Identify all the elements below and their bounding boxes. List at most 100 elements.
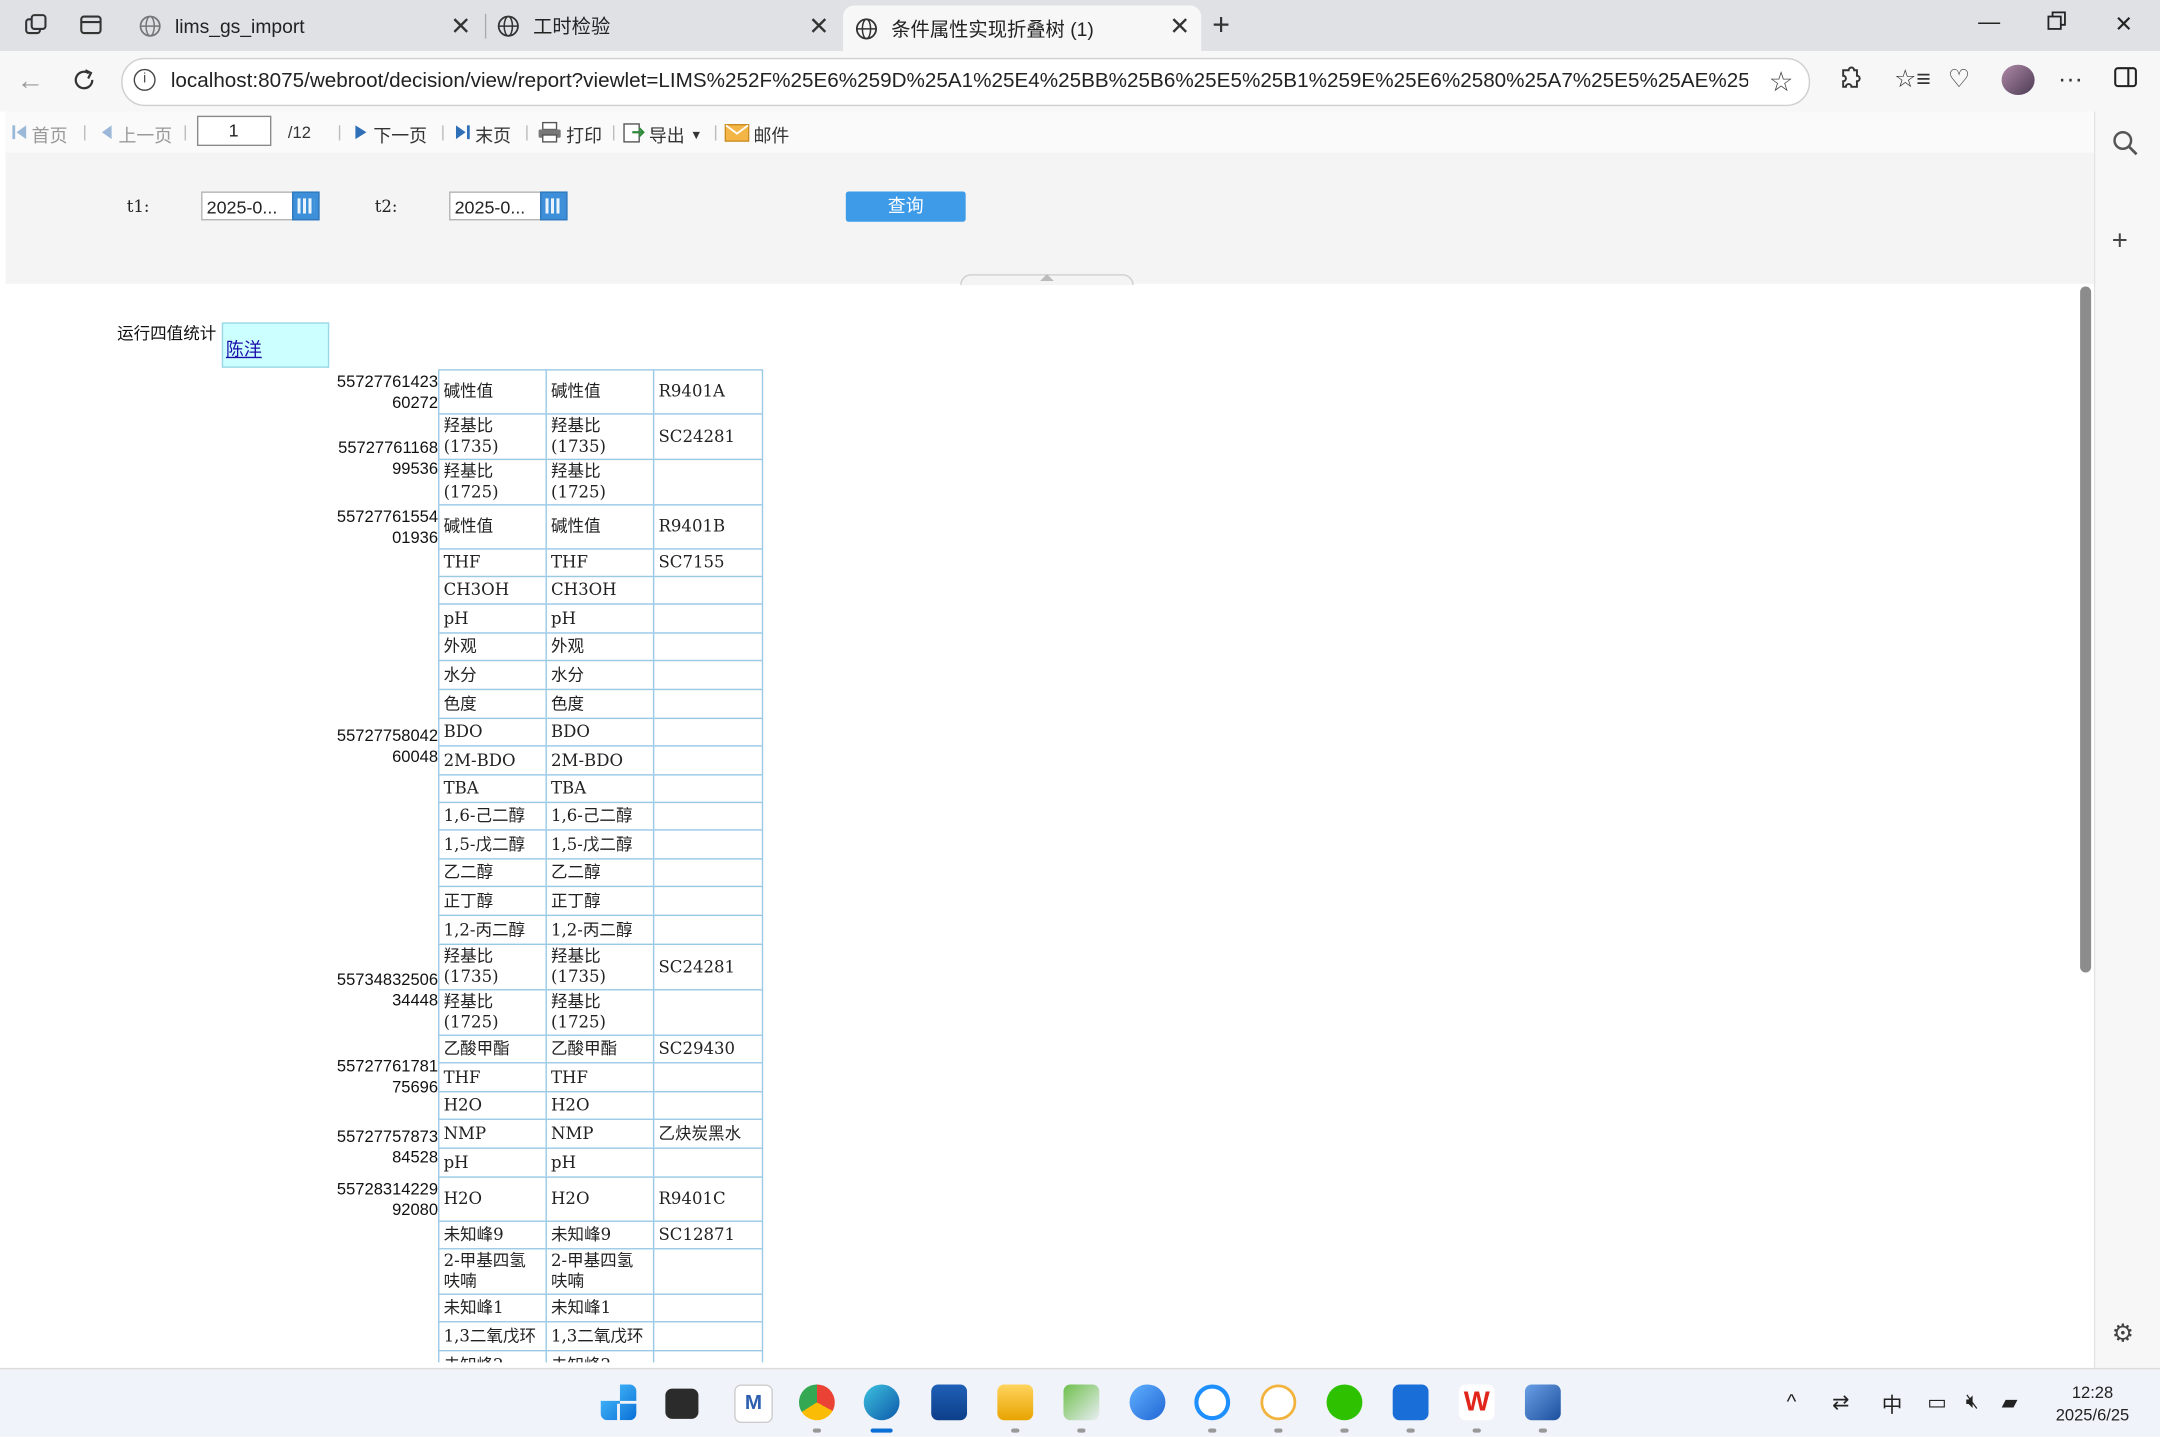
test-item-alias-cell: pH — [545, 1147, 655, 1178]
test-item-cell: 羟基比(1735) — [438, 943, 547, 991]
chat-app-icon[interactable] — [1194, 1384, 1231, 1421]
test-item-cell: 正丁醇 — [438, 885, 547, 917]
running-indicator — [1472, 1428, 1481, 1433]
test-item-alias-cell: BDO — [545, 717, 655, 747]
scrollbar-thumb[interactable] — [2080, 286, 2092, 973]
test-item-alias-cell: 未知峰2 — [545, 1349, 655, 1363]
test-item-cell: 2M-BDO — [438, 745, 547, 776]
flower-app-icon[interactable] — [1260, 1384, 1297, 1421]
settings-gear-icon[interactable]: ⚙ — [2112, 1320, 2134, 1349]
test-item-cell: 色度 — [438, 688, 547, 720]
test-item-cell: 乙二醇 — [438, 858, 547, 888]
test-item-alias-cell: pH — [545, 603, 655, 634]
test-item-alias-cell: 2M-BDO — [545, 745, 655, 776]
test-item-alias-cell: CH3OH — [545, 575, 655, 605]
wechat-icon[interactable] — [1326, 1384, 1363, 1421]
chrome-icon[interactable] — [798, 1384, 835, 1421]
file-explorer-icon[interactable] — [997, 1384, 1034, 1421]
system-clock[interactable]: 12:28 2025/6/25 — [2044, 1382, 2140, 1426]
vertical-scrollbar[interactable] — [2077, 285, 2094, 1363]
test-item-alias-cell: 乙二醇 — [545, 858, 655, 888]
product-code-cell — [652, 801, 764, 831]
test-item-cell: 2-甲基四氢呋喃 — [438, 1248, 547, 1295]
product-code-cell — [652, 1349, 764, 1363]
remote-desktop-icon[interactable] — [1524, 1384, 1561, 1421]
product-code-cell — [652, 858, 764, 888]
test-item-alias-cell: 2-甲基四氢呋喃 — [545, 1248, 655, 1295]
running-indicator — [1406, 1428, 1415, 1433]
product-code-cell — [652, 632, 764, 662]
sample-id-label: 55727757873 84528 — [336, 1126, 439, 1167]
test-item-cell: 未知峰2 — [438, 1349, 547, 1363]
product-code-cell: SC24281 — [652, 943, 764, 991]
running-indicator — [1538, 1428, 1547, 1433]
product-code-cell — [652, 989, 764, 1036]
task-view-icon[interactable] — [665, 1388, 699, 1419]
network-app-icon[interactable] — [1129, 1384, 1166, 1421]
test-item-cell: 羟基比(1725) — [438, 989, 547, 1036]
store-icon[interactable] — [931, 1384, 968, 1421]
product-code-cell: SC24281 — [652, 413, 764, 461]
test-item-cell: THF — [438, 548, 547, 578]
test-item-cell: 碱性值 — [438, 369, 547, 415]
ime-indicator[interactable]: 中 — [1882, 1390, 1903, 1419]
test-item-cell: 乙酸甲酯 — [438, 1034, 547, 1064]
test-item-cell: 碱性值 — [438, 504, 547, 550]
clock-date: 2025/6/25 — [2055, 1405, 2130, 1425]
display-icon[interactable]: ▭ — [1927, 1390, 1947, 1414]
test-item-alias-cell: H2O — [545, 1176, 655, 1222]
product-code-cell — [652, 717, 764, 747]
product-code-cell — [652, 1091, 764, 1120]
add-sidebar-app-icon[interactable]: + — [2112, 226, 2128, 258]
test-item-alias-cell: 羟基比(1725) — [545, 458, 655, 506]
sample-id-label: 55727761554 01936 — [336, 506, 439, 547]
test-item-alias-cell: NMP — [545, 1118, 655, 1149]
product-code-cell — [652, 603, 764, 634]
test-item-alias-cell: 外观 — [545, 632, 655, 662]
mail-app-icon[interactable]: M — [734, 1384, 773, 1424]
test-item-cell: 1,5-戊二醇 — [438, 829, 547, 860]
feishu-icon[interactable] — [1392, 1384, 1429, 1421]
test-item-alias-cell: 羟基比(1735) — [545, 943, 655, 991]
volume-muted-icon[interactable]: 🔇︎ — [1966, 1390, 1979, 1413]
test-item-alias-cell: H2O — [545, 1091, 655, 1120]
product-code-cell: SC29430 — [652, 1034, 764, 1064]
wps-icon[interactable]: W — [1458, 1384, 1495, 1421]
pen-settings-icon[interactable]: ⇄ — [1832, 1390, 1849, 1414]
running-indicator — [1274, 1428, 1283, 1433]
sample-id-label: 55734832506 34448 — [336, 969, 439, 1010]
battery-icon[interactable]: ▰ — [2002, 1390, 2018, 1414]
test-item-alias-cell: 1,2-丙二醇 — [545, 914, 655, 945]
test-item-alias-cell: THF — [545, 548, 655, 578]
test-item-alias-cell: 1,3二氧戊环 — [545, 1321, 655, 1352]
sample-id-label: 55727761781 75696 — [336, 1056, 439, 1097]
product-code-cell: R9401C — [652, 1176, 764, 1222]
test-item-alias-cell: 未知峰9 — [545, 1220, 655, 1250]
sample-id-label: 55727761423 60272 — [336, 371, 439, 412]
test-item-cell: pH — [438, 1147, 547, 1178]
test-item-cell: H2O — [438, 1091, 547, 1120]
test-item-cell: NMP — [438, 1118, 547, 1149]
test-item-cell: 羟基比(1725) — [438, 458, 547, 506]
product-code-cell: SC12871 — [652, 1220, 764, 1250]
show-hidden-icons-icon[interactable]: ^ — [1787, 1390, 1797, 1413]
running-indicator — [1077, 1428, 1086, 1433]
sidebar-toggle-icon[interactable] — [2113, 65, 2138, 97]
test-item-cell: 未知峰9 — [438, 1220, 547, 1250]
product-code-cell — [652, 1321, 764, 1352]
editor-app-icon[interactable] — [1063, 1384, 1100, 1421]
clock-time: 12:28 — [2071, 1383, 2114, 1403]
test-item-cell: 未知峰1 — [438, 1293, 547, 1323]
test-item-cell: pH — [438, 603, 547, 634]
product-code-cell — [652, 688, 764, 720]
test-item-cell: 1,3二氧戊环 — [438, 1321, 547, 1352]
search-icon[interactable] — [2112, 129, 2140, 163]
edge-icon[interactable] — [863, 1384, 900, 1421]
test-item-alias-cell: 羟基比(1735) — [545, 413, 655, 461]
test-item-alias-cell: 未知峰1 — [545, 1293, 655, 1323]
test-item-alias-cell: TBA — [545, 774, 655, 804]
close-window-icon[interactable]: ✕ — [2115, 11, 2133, 39]
test-item-cell: H2O — [438, 1176, 547, 1222]
test-item-cell: CH3OH — [438, 575, 547, 605]
test-item-alias-cell: 1,5-戊二醇 — [545, 829, 655, 860]
